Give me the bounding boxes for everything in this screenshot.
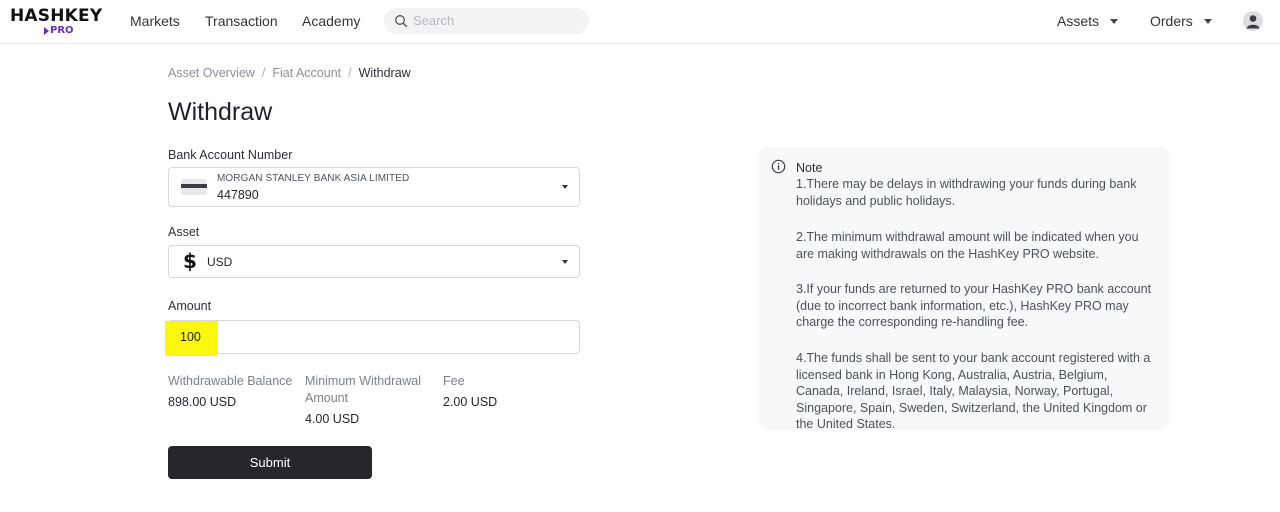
breadcrumb-current: Withdraw	[358, 66, 411, 80]
bank-card-icon	[181, 179, 207, 195]
amount-input[interactable]	[168, 320, 580, 354]
asset-value: USD	[207, 255, 233, 269]
bank-account-select[interactable]: MORGAN STANLEY BANK ASIA LIMITED 447890	[168, 167, 580, 207]
note-item: 1.There may be delays in withdrawing you…	[796, 177, 1137, 208]
nav-orders-dropdown[interactable]: Orders	[1150, 12, 1193, 30]
hashkey-pro-logo[interactable]: HASHKEY PRO	[10, 6, 103, 38]
note-panel: Note 1.There may be delays in withdrawin…	[759, 147, 1169, 432]
note-item: 2.The minimum withdrawal amount will be …	[796, 230, 1139, 261]
search-icon	[395, 15, 408, 28]
submit-button[interactable]: Submit	[168, 446, 372, 479]
logo-arrow-icon	[44, 27, 49, 35]
bank-name: MORGAN STANLEY BANK ASIA LIMITED	[217, 173, 410, 184]
logo-sub: PRO	[50, 25, 74, 36]
page-title: Withdraw	[168, 98, 273, 126]
breadcrumb-asset-overview[interactable]: Asset Overview	[168, 66, 255, 80]
chevron-down-icon	[562, 260, 568, 264]
breadcrumb: Asset Overview / Fiat Account / Withdraw	[168, 66, 411, 80]
note-item: 4.The funds shall be sent to your bank a…	[796, 351, 1151, 432]
note-title: Note	[796, 161, 823, 175]
withdrawable-balance-value: 898.00 USD	[168, 395, 237, 409]
withdrawable-balance-label: Withdrawable Balance	[168, 374, 293, 388]
dollar-icon: $	[183, 249, 197, 273]
nav-markets[interactable]: Markets	[130, 12, 180, 30]
nav-assets-dropdown[interactable]: Assets	[1057, 12, 1099, 30]
chevron-down-icon	[562, 185, 568, 189]
breadcrumb-fiat-account[interactable]: Fiat Account	[272, 66, 341, 80]
asset-select[interactable]: $ USD	[168, 245, 580, 278]
amount-value[interactable]: 100	[180, 330, 201, 345]
info-icon	[771, 159, 786, 174]
bank-account-label: Bank Account Number	[168, 148, 293, 162]
fee-value: 2.00 USD	[443, 395, 498, 409]
chevron-down-icon[interactable]	[1204, 19, 1212, 24]
amount-label: Amount	[168, 299, 212, 313]
nav-transaction[interactable]: Transaction	[205, 12, 278, 30]
chevron-down-icon[interactable]	[1110, 19, 1118, 24]
asset-label: Asset	[168, 225, 200, 239]
search-placeholder: Search	[413, 13, 455, 28]
fee-label: Fee	[443, 374, 465, 388]
note-item: 3.If your funds are returned to your Has…	[796, 282, 1152, 330]
logo-word: HASHKEY	[10, 6, 103, 26]
bank-account-number: 447890	[217, 188, 259, 202]
top-navigation: HASHKEY PRO Markets Transaction Academy …	[0, 0, 1280, 44]
nav-academy[interactable]: Academy	[302, 12, 360, 30]
user-avatar-icon[interactable]	[1243, 11, 1263, 31]
search-input[interactable]: Search	[384, 8, 589, 34]
minimum-withdrawal-label: Minimum Withdrawal Amount	[305, 374, 421, 405]
minimum-withdrawal-value: 4.00 USD	[305, 412, 360, 426]
